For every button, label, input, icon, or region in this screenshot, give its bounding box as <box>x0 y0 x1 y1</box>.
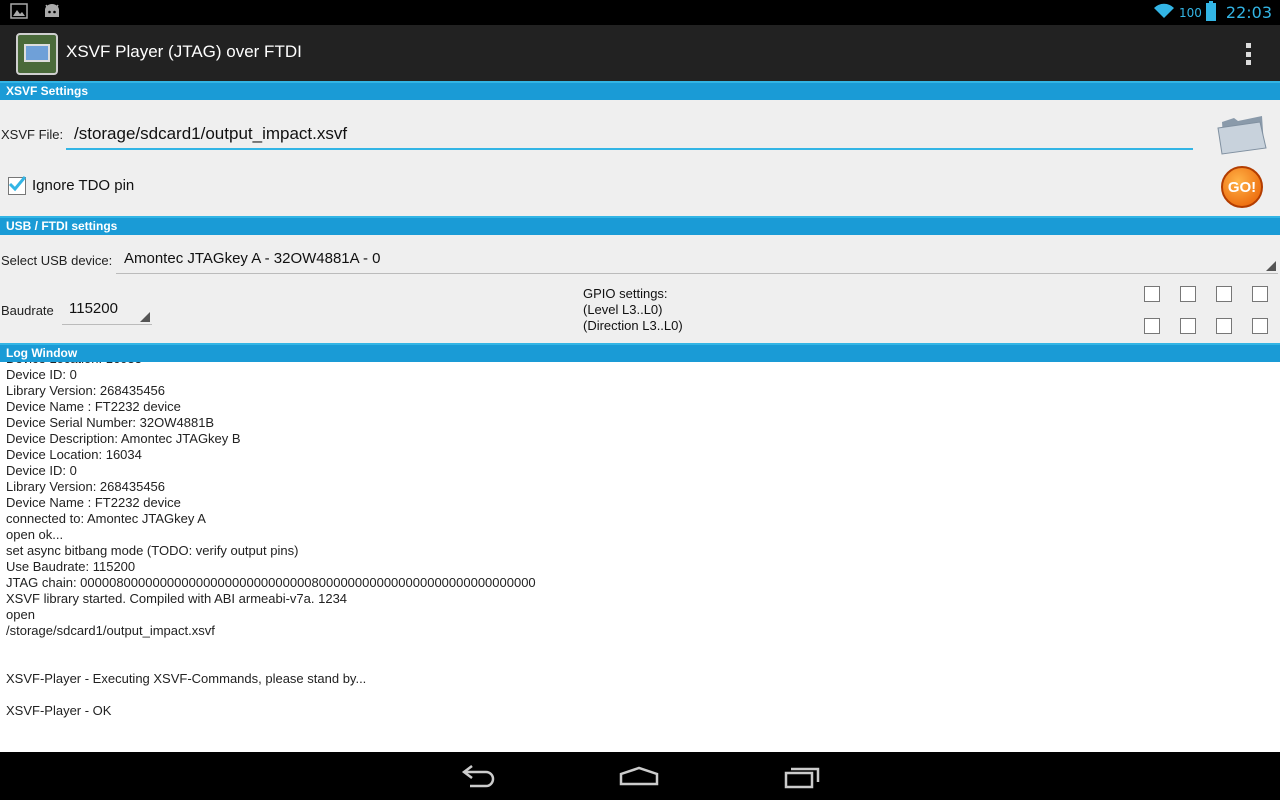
back-icon <box>461 765 495 788</box>
log-line: Device ID: 0 <box>6 463 77 478</box>
overflow-menu-icon[interactable] <box>1236 41 1260 67</box>
dropdown-arrow-icon <box>140 312 150 322</box>
go-button[interactable]: GO! <box>1221 166 1263 208</box>
usb-device-label: Select USB device: <box>1 253 113 268</box>
xsvf-settings-header: XSVF Settings <box>0 81 1280 100</box>
gpio-settings-label: GPIO settings: (Level L3..L0) (Direction… <box>583 286 683 334</box>
gpio-title: GPIO settings: <box>583 286 668 301</box>
clock: 22:03 <box>1225 3 1272 22</box>
gpio-level-l1-checkbox[interactable] <box>1216 286 1232 302</box>
gallery-icon <box>10 3 28 23</box>
ignore-tdo-label: Ignore TDO pin <box>32 177 135 194</box>
baudrate-value: 115200 <box>69 300 118 317</box>
home-icon <box>619 766 659 786</box>
app-icon[interactable] <box>16 33 58 75</box>
back-button[interactable] <box>452 760 502 792</box>
log-line: Device Name : FT2232 device <box>6 399 181 414</box>
battery-icon <box>1205 0 1216 25</box>
log-text: Device Location: 16033Device ID: 0Librar… <box>6 362 536 719</box>
gpio-level-l3-checkbox[interactable] <box>1144 286 1160 302</box>
log-line: JTAG chain: 0000080000000000000000000000… <box>6 575 536 590</box>
battery-level: 100 <box>1178 5 1202 20</box>
home-button[interactable] <box>614 760 664 792</box>
gpio-direction-label: (Direction L3..L0) <box>583 318 683 333</box>
log-line: /storage/sdcard1/output_impact.xsvf <box>6 623 215 638</box>
log-line: XSVF library started. Compiled with ABI … <box>6 591 348 606</box>
log-line: Library Version: 268435456 <box>6 479 166 494</box>
log-line: XSVF-Player - Executing XSVF-Commands, p… <box>6 671 367 686</box>
gpio-level-label: (Level L3..L0) <box>583 302 663 317</box>
log-line: Use Baudrate: 115200 <box>6 559 136 574</box>
baudrate-select[interactable]: 115200 <box>62 297 152 325</box>
android-debug-icon <box>42 3 62 23</box>
usb-device-value: Amontec JTAGkey A - 32OW4881A - 0 <box>124 250 381 267</box>
gpio-level-l2-checkbox[interactable] <box>1180 286 1196 302</box>
dropdown-arrow-icon <box>1266 261 1276 271</box>
log-line: open ok... <box>6 527 64 542</box>
log-line: connected to: Amontec JTAGkey A <box>6 511 206 526</box>
wifi-icon <box>1153 3 1175 23</box>
folder-icon <box>1217 116 1267 155</box>
log-line: Device Description: Amontec JTAGkey B <box>6 431 241 446</box>
gpio-direction-l2-checkbox[interactable] <box>1180 318 1196 334</box>
log-window-header: Log Window <box>0 343 1280 362</box>
gpio-direction-l1-checkbox[interactable] <box>1216 318 1232 334</box>
log-line: Device ID: 0 <box>6 367 77 382</box>
recent-apps-icon <box>784 767 820 789</box>
log-line: XSVF-Player - OK <box>6 703 112 718</box>
log-line: Library Version: 268435456 <box>6 383 166 398</box>
ignore-tdo-checkbox[interactable] <box>8 176 26 195</box>
usb-device-select[interactable]: Amontec JTAGkey A - 32OW4881A - 0 <box>116 246 1278 274</box>
navigation-bar <box>0 752 1280 800</box>
gpio-level-l0-checkbox[interactable] <box>1252 286 1268 302</box>
usb-settings-header: USB / FTDI settings <box>0 216 1280 235</box>
baudrate-label: Baudrate <box>1 303 54 318</box>
app-title: XSVF Player (JTAG) over FTDI <box>66 42 302 61</box>
xsvf-file-label: XSVF File: <box>1 127 64 142</box>
log-line: Device Name : FT2232 device <box>6 495 181 510</box>
xsvf-file-input[interactable] <box>66 120 1193 150</box>
folder-button[interactable] <box>1216 112 1268 156</box>
log-line: Device Serial Number: 32OW4881B <box>6 415 215 430</box>
gpio-direction-l3-checkbox[interactable] <box>1144 318 1160 334</box>
gpio-direction-l0-checkbox[interactable] <box>1252 318 1268 334</box>
checkmark-icon <box>8 176 26 192</box>
status-bar: 100 22:03 <box>0 0 1280 25</box>
recent-apps-button[interactable] <box>776 760 826 792</box>
log-line: open <box>6 607 35 622</box>
log-window[interactable]: Device Location: 16033Device ID: 0Librar… <box>0 362 1280 752</box>
action-bar: XSVF Player (JTAG) over FTDI <box>0 25 1280 81</box>
log-line: set async bitbang mode (TODO: verify out… <box>6 543 299 558</box>
log-line: Device Location: 16034 <box>6 447 142 462</box>
